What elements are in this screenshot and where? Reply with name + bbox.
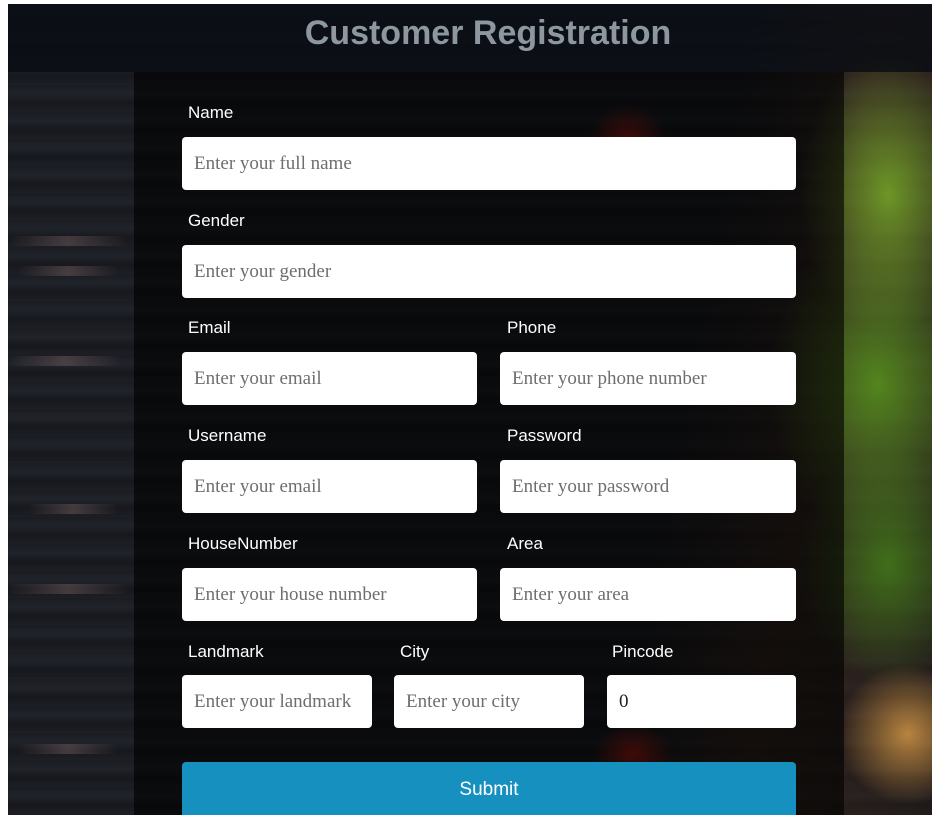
background-wood-streak [18,744,118,754]
phone-input[interactable] [500,352,796,405]
pincode-label: Pincode [612,642,674,661]
background-wood-streak [18,266,118,276]
name-input[interactable] [182,137,796,190]
username-input[interactable] [182,460,477,513]
landmark-input[interactable] [182,675,372,728]
name-label: Name [188,103,234,122]
username-label: Username [188,426,267,445]
landmark-label: Landmark [188,642,264,661]
password-label: Password [507,426,582,445]
area-label: Area [507,534,543,553]
page-title: Customer Registration [304,14,672,52]
area-input[interactable] [500,568,796,621]
house-number-input[interactable] [182,568,477,621]
email-label: Email [188,318,231,337]
city-input[interactable] [394,675,584,728]
submit-button[interactable]: Submit [182,762,796,815]
background-wood-streak [8,356,123,366]
pincode-input[interactable] [607,675,796,728]
registration-screen: Customer Registration Name Gender Email … [8,4,932,815]
gender-label: Gender [188,211,245,230]
phone-label: Phone [507,318,557,337]
house-number-label: HouseNumber [188,534,298,553]
city-label: City [400,642,430,661]
gender-input[interactable] [182,245,796,298]
background-wood-streak [8,236,128,246]
background-wood-streak [8,584,128,594]
background-wood-streak [28,504,118,514]
password-input[interactable] [500,460,796,513]
email-input[interactable] [182,352,477,405]
